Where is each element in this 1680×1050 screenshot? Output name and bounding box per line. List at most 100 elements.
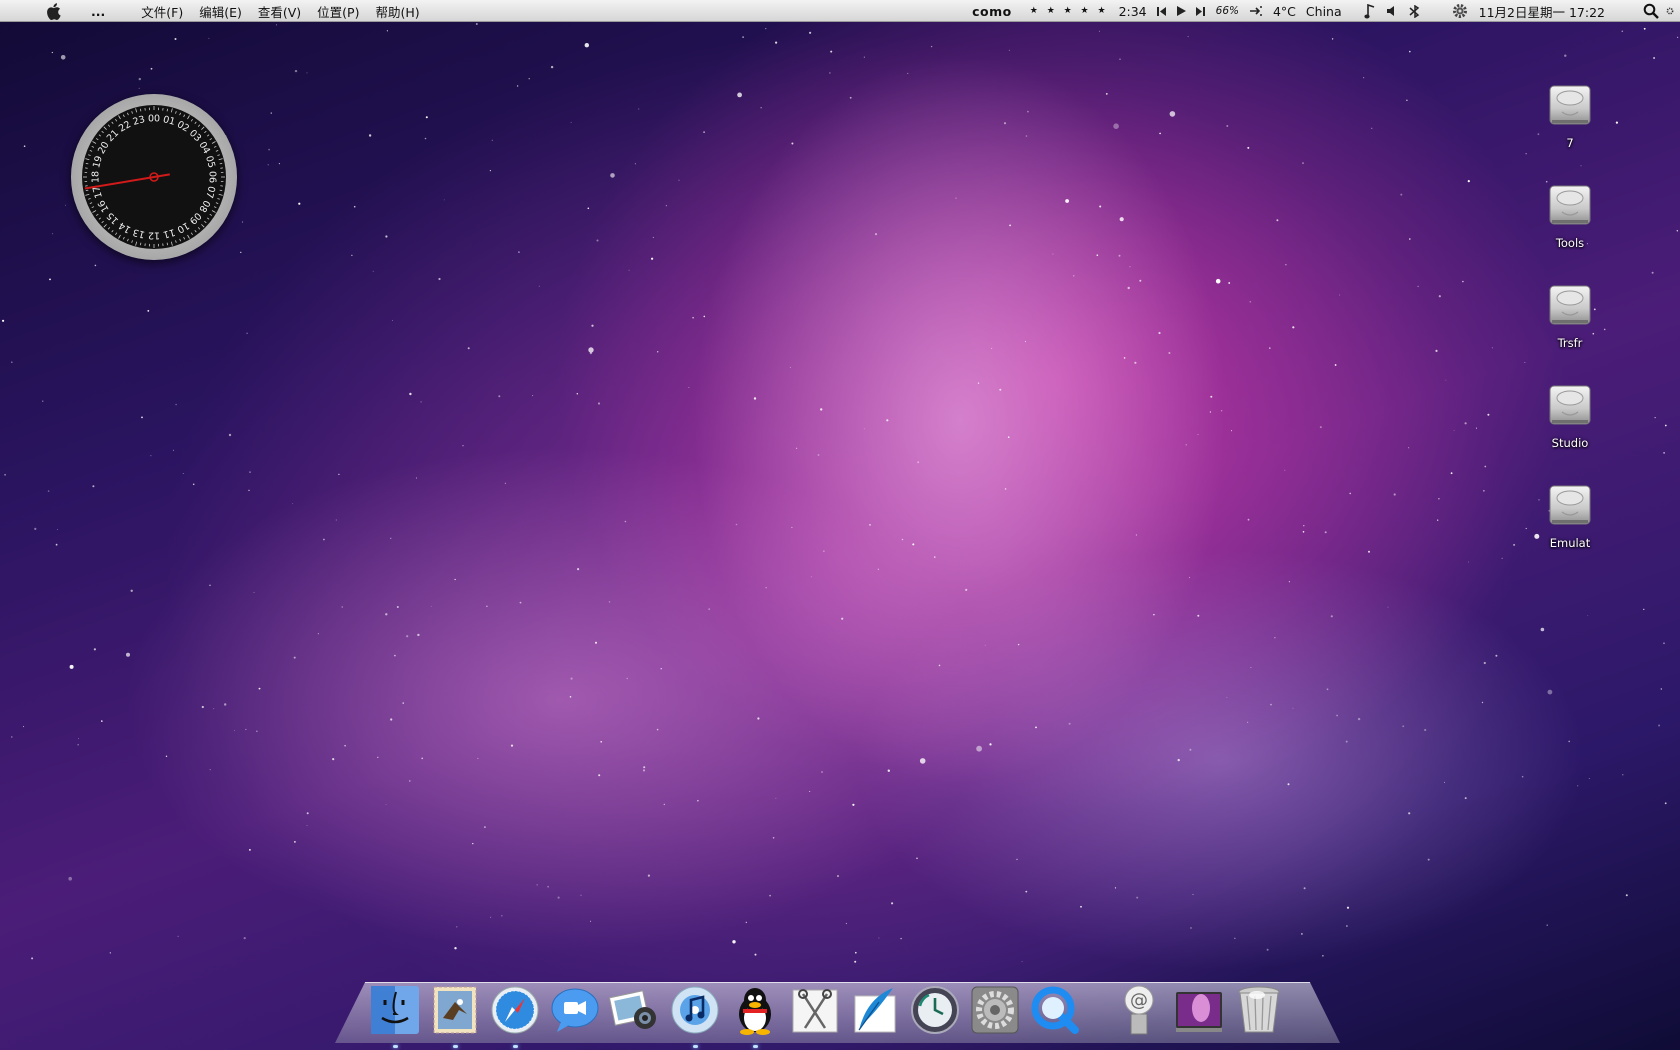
star	[1363, 77, 1365, 79]
dock-email-stack[interactable]: @	[1113, 984, 1165, 1036]
star	[796, 447, 798, 449]
dock-desktop-folder[interactable]	[1173, 984, 1225, 1036]
running-indicator	[393, 1045, 398, 1048]
safari-icon	[491, 986, 539, 1034]
menu-help[interactable]: 帮助(H)	[367, 2, 427, 21]
star	[11, 361, 13, 364]
star	[249, 471, 251, 473]
star	[1467, 180, 1470, 183]
star	[57, 529, 58, 530]
drive-studio[interactable]: Studio	[1520, 382, 1620, 450]
star	[1301, 933, 1303, 935]
dock-quicktime[interactable]	[1029, 984, 1081, 1036]
menu-view[interactable]: 查看(V)	[250, 2, 309, 21]
star	[1393, 493, 1396, 496]
next-track-icon[interactable]	[1191, 6, 1211, 16]
star	[1564, 54, 1567, 57]
bluetooth-icon[interactable]	[1403, 4, 1426, 18]
star	[323, 538, 325, 541]
star	[587, 207, 590, 210]
star	[891, 902, 894, 905]
star	[580, 894, 582, 896]
star	[1288, 581, 1290, 583]
apple-icon[interactable]	[43, 1, 63, 21]
star	[1677, 36, 1679, 38]
dock-scissors-app[interactable]	[789, 984, 841, 1036]
star	[1052, 253, 1054, 255]
star	[1197, 434, 1199, 435]
star	[1284, 469, 1286, 471]
star	[610, 173, 615, 178]
star	[504, 482, 506, 484]
dock-iphoto[interactable]	[609, 984, 661, 1036]
weather-location[interactable]: China	[1301, 4, 1347, 19]
star	[550, 65, 554, 69]
dock-itunes[interactable]	[669, 984, 721, 1048]
star	[1118, 254, 1121, 257]
dock-safari[interactable]	[489, 984, 541, 1048]
star	[519, 601, 522, 604]
star	[409, 780, 411, 782]
star	[1247, 518, 1250, 521]
dock-ichat[interactable]	[549, 984, 601, 1036]
star	[1334, 364, 1337, 366]
star	[392, 320, 393, 321]
clock-tick	[85, 189, 89, 191]
star	[1427, 858, 1430, 861]
play-icon[interactable]	[1172, 6, 1191, 16]
dock-finder[interactable]	[369, 984, 421, 1048]
temperature[interactable]: 4°C	[1268, 4, 1301, 19]
drive-label: Trsfr	[1557, 336, 1583, 350]
star	[1008, 49, 1010, 51]
dock-qq[interactable]	[729, 984, 781, 1048]
dock-trash[interactable]	[1233, 984, 1285, 1036]
dock-system-preferences[interactable]	[969, 984, 1021, 1036]
battery-percent[interactable]: 66%	[1211, 5, 1244, 17]
date-time[interactable]: 11月2日星期一 17:22	[1474, 2, 1610, 21]
star	[1119, 217, 1124, 222]
star	[243, 937, 246, 940]
star	[68, 876, 72, 881]
star	[1476, 427, 1477, 429]
star	[23, 145, 26, 147]
star	[109, 952, 111, 954]
now-playing-title[interactable]: como	[967, 4, 1017, 19]
dock-time-machine[interactable]	[909, 984, 961, 1036]
search-icon[interactable]	[1638, 3, 1664, 19]
star	[92, 485, 95, 488]
song-rating[interactable]: ★ ★ ★ ★ ★	[1025, 6, 1114, 16]
menu-overflow[interactable]: ...	[83, 4, 113, 19]
clock-widget[interactable]: 00 01 02 03 04 05 06 07 08 09 10 11 12 13 14 15 16 17 18 19…	[71, 94, 237, 260]
drive-tools[interactable]: Tools	[1520, 182, 1620, 250]
previous-track-icon[interactable]	[1152, 6, 1172, 16]
star	[402, 702, 404, 704]
star	[317, 633, 319, 635]
spotlight-options-icon[interactable]	[1664, 7, 1676, 15]
star	[454, 578, 456, 581]
star	[821, 771, 823, 773]
star	[1643, 608, 1645, 610]
star	[1346, 906, 1350, 909]
star	[1357, 717, 1361, 721]
star	[823, 550, 825, 552]
gear-icon[interactable]	[1446, 2, 1474, 20]
star	[258, 687, 261, 690]
hard-drive-icon	[1549, 485, 1591, 525]
star	[1247, 146, 1250, 149]
music-note-icon[interactable]	[1359, 3, 1381, 19]
volume-icon[interactable]	[1381, 5, 1403, 17]
star	[1016, 858, 1018, 861]
dock-quill-app[interactable]	[849, 984, 901, 1036]
drive-7[interactable]: 7	[1520, 82, 1620, 150]
star	[1119, 58, 1121, 60]
hard-drive-icon	[1549, 185, 1591, 225]
star	[1651, 271, 1654, 274]
menu-location[interactable]: 位置(P)	[309, 2, 367, 21]
dock-mail[interactable]	[429, 984, 481, 1048]
menu-edit[interactable]: 编辑(E)	[191, 2, 250, 21]
star	[765, 587, 767, 589]
star	[443, 199, 445, 201]
drive-emulat[interactable]: Emulat	[1520, 482, 1620, 550]
drive-trsfr[interactable]: Trsfr	[1520, 282, 1620, 350]
menu-file[interactable]: 文件(F)	[133, 2, 191, 21]
